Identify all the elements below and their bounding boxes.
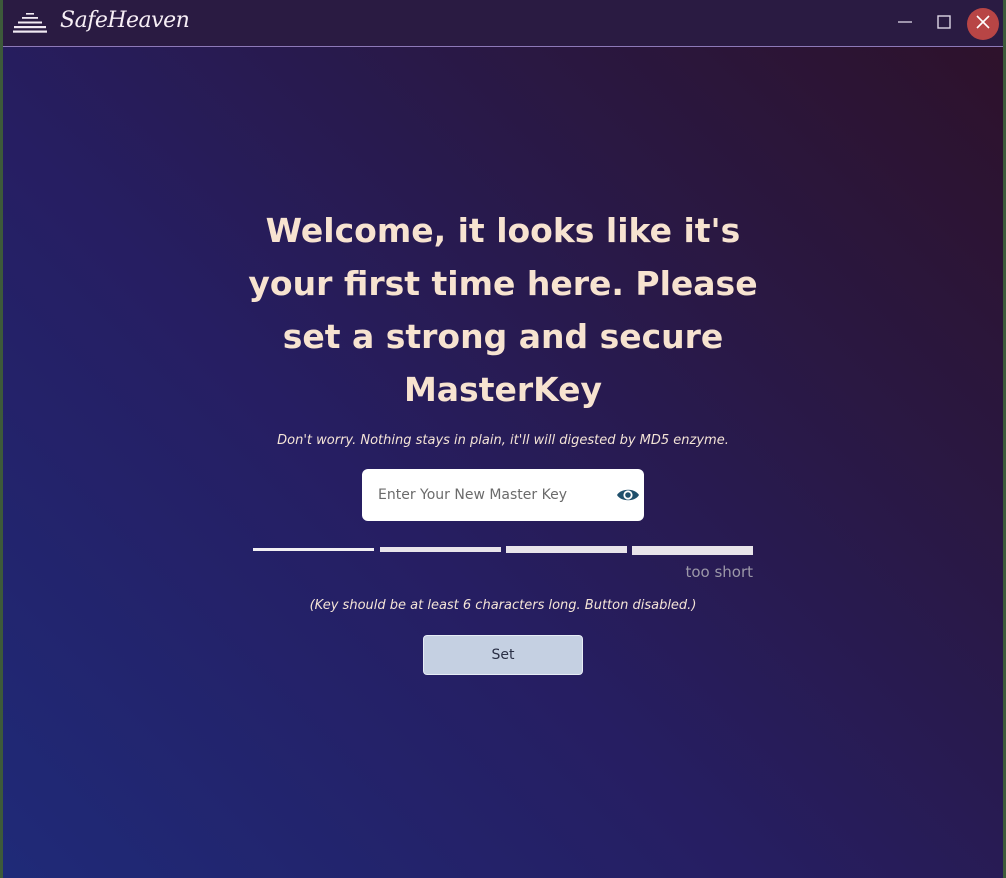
app-window: SafeHeaven Welcome, it looks like it's y…: [3, 0, 1003, 878]
strength-bar-segment-4: [632, 546, 753, 555]
strength-bar-segment-3: [506, 546, 627, 553]
eye-icon[interactable]: [616, 484, 640, 506]
close-button[interactable]: [967, 8, 999, 40]
minimize-button[interactable]: [889, 8, 921, 40]
master-key-input[interactable]: [376, 469, 606, 521]
stacked-lines-logo-icon: [13, 13, 47, 33]
master-key-field[interactable]: [362, 469, 644, 521]
md5-subtext: Don't worry. Nothing stays in plain, it'…: [277, 433, 729, 448]
strength-bar-segment-1: [253, 548, 374, 551]
app-title: SafeHeaven: [60, 8, 190, 33]
welcome-heading: Welcome, it looks like it's your first t…: [248, 211, 758, 409]
key-length-hint: (Key should be at least 6 characters lon…: [309, 598, 697, 613]
close-icon: [975, 14, 991, 35]
maximize-icon: [936, 14, 952, 35]
title-bar[interactable]: SafeHeaven: [3, 0, 1003, 47]
maximize-button[interactable]: [928, 8, 960, 40]
strength-bar-segment-2: [380, 547, 501, 552]
strength-label: too short: [685, 563, 753, 581]
set-button[interactable]: Set: [423, 635, 583, 675]
minimize-icon: [897, 14, 913, 35]
